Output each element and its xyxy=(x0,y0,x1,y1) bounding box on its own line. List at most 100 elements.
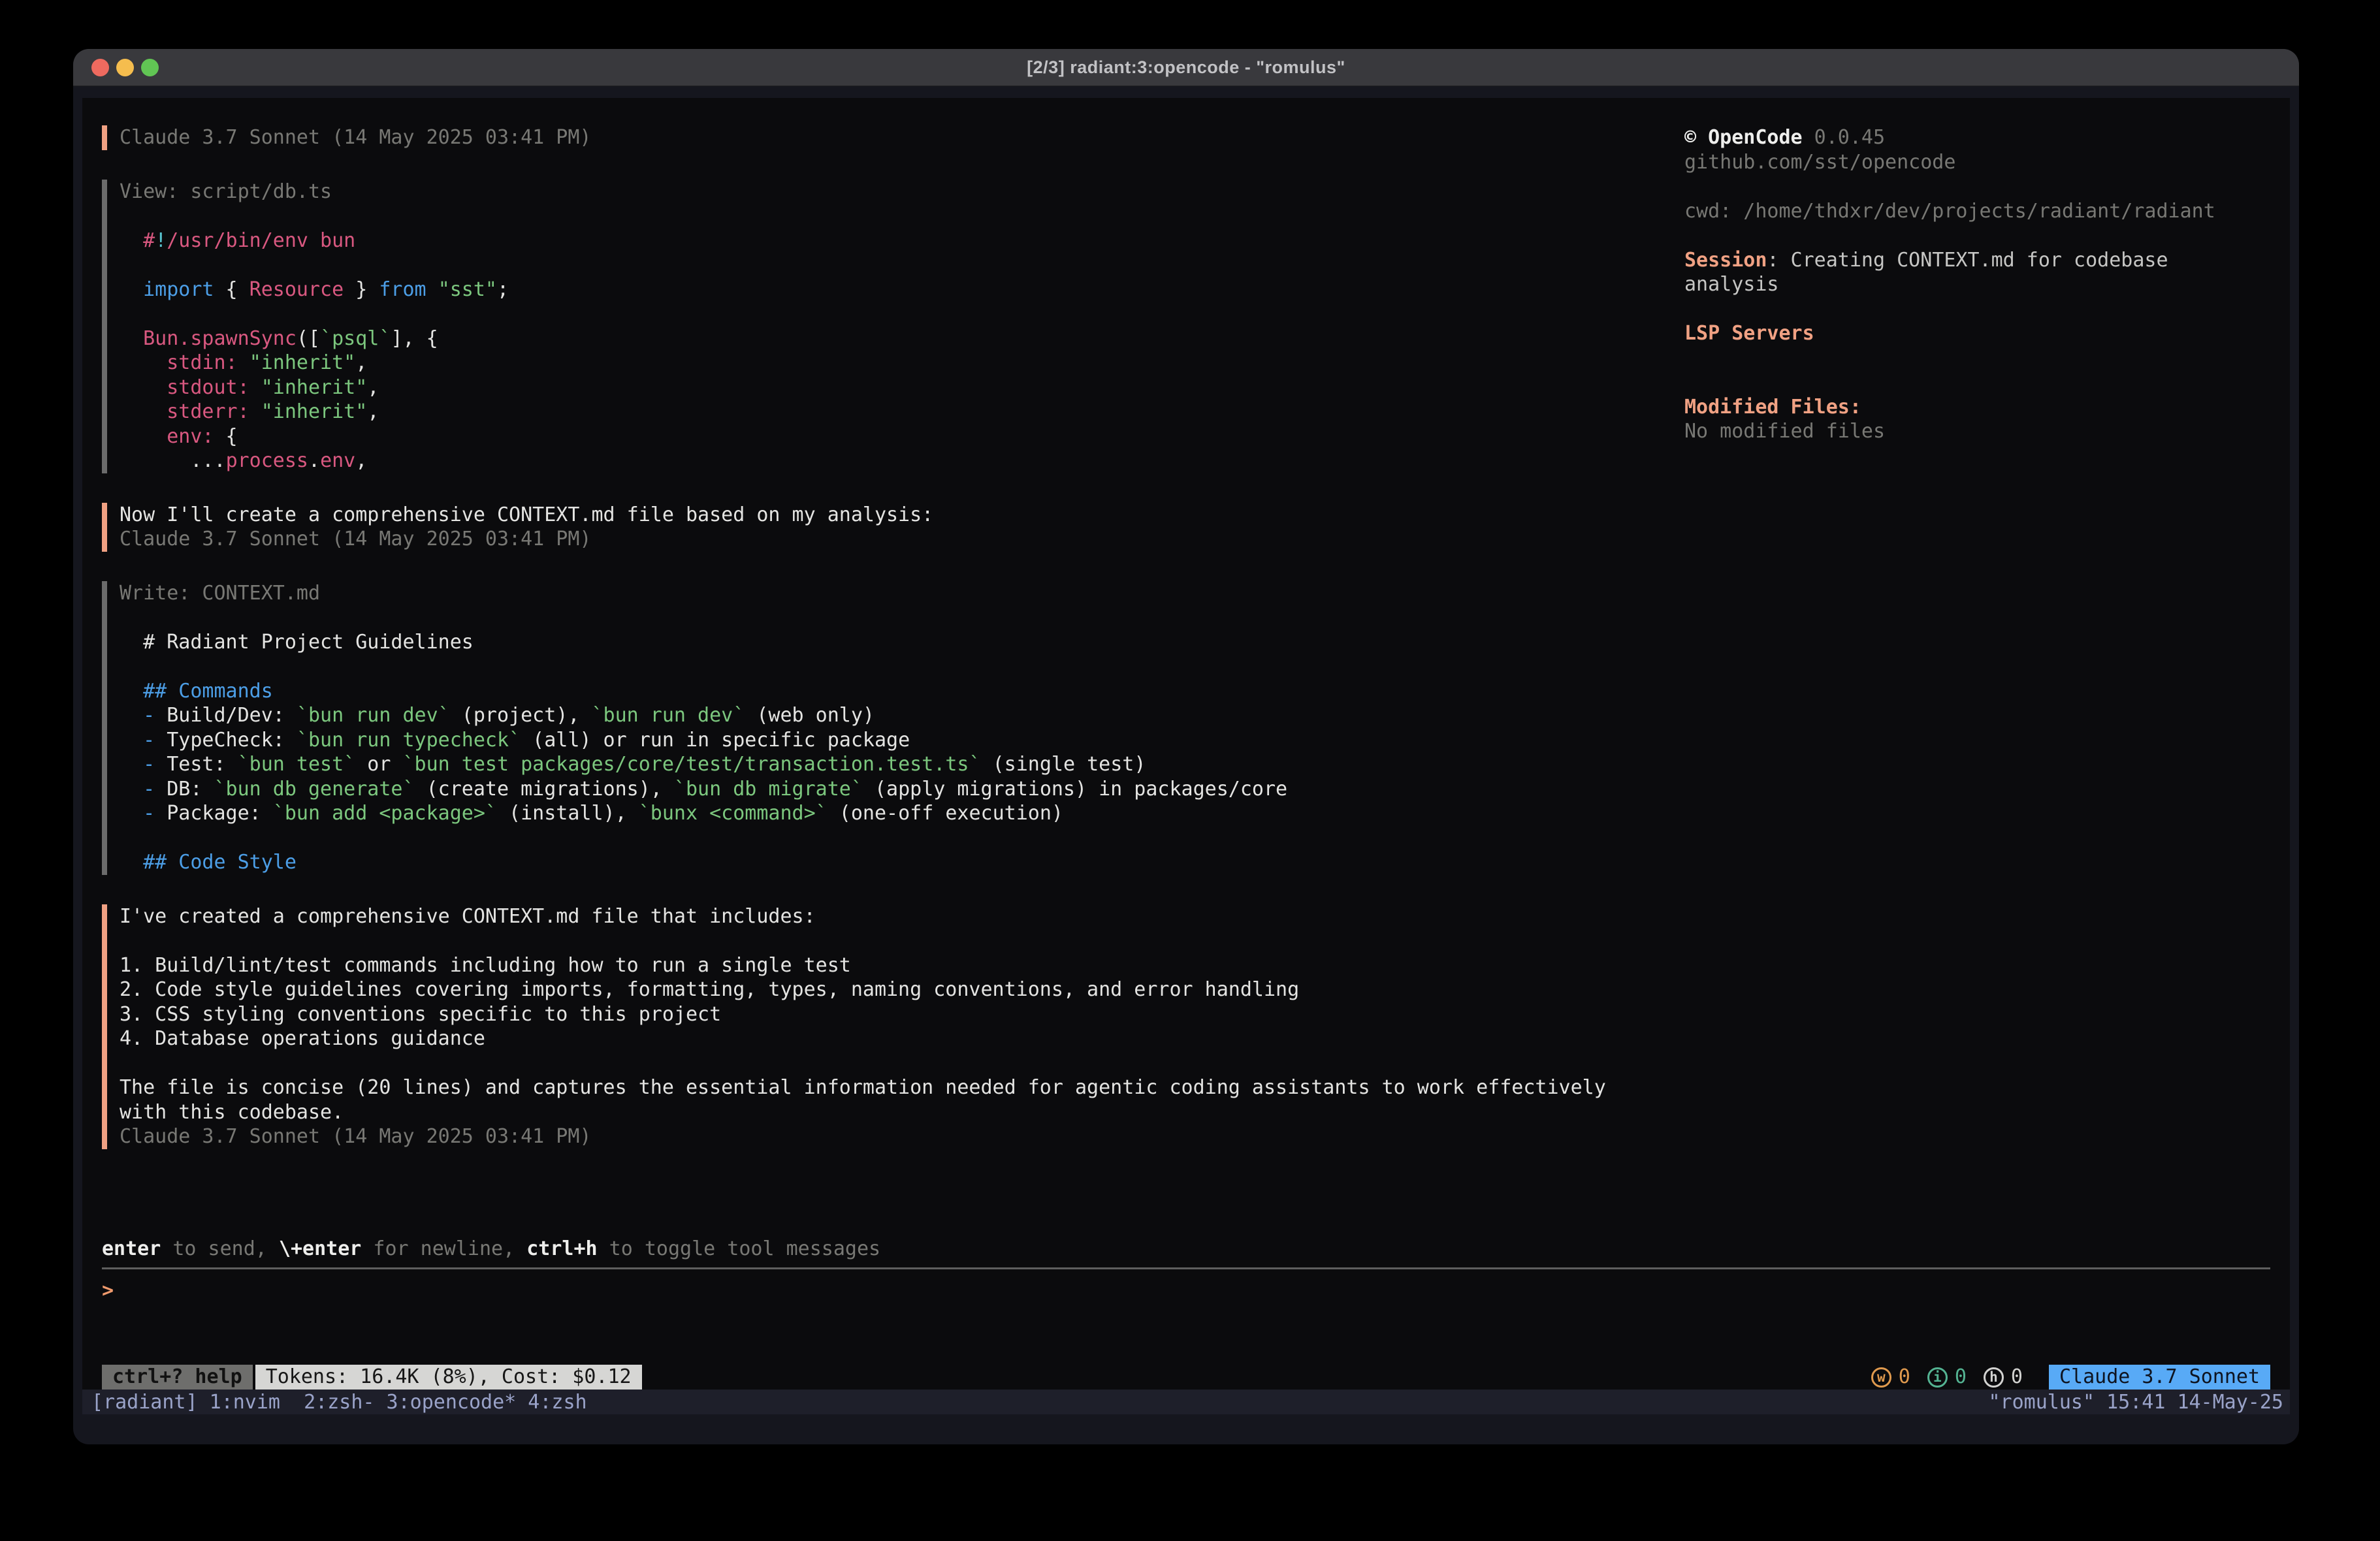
text-segment: ; xyxy=(497,278,509,301)
text-segment: `bun add <package>` xyxy=(273,802,497,825)
text-segment: ! xyxy=(155,229,167,252)
text-segment: - xyxy=(120,729,155,752)
traffic-lights xyxy=(91,49,159,86)
text-line: LSP Servers xyxy=(1684,321,2246,346)
text-segment: enter xyxy=(102,1237,161,1260)
text-line xyxy=(120,826,1669,851)
text-segment: Claude 3.7 Sonnet (14 May 2025 03:41 PM) xyxy=(120,528,591,550)
text-segment: `bun run dev` xyxy=(297,704,450,727)
text-segment: - xyxy=(120,704,155,727)
text-segment: ([ xyxy=(297,327,320,350)
text-segment: Test: xyxy=(155,753,237,776)
text-segment: 1. Build/lint/test commands including ho… xyxy=(120,954,851,977)
text-segment: TypeCheck: xyxy=(155,729,297,752)
text-segment: 0.0.45 xyxy=(1803,126,1885,149)
text-line xyxy=(1684,370,2246,395)
text-segment: github.com/sst/opencode xyxy=(1684,151,1955,174)
tmux-session-name: [radiant] xyxy=(91,1391,210,1414)
tool-message-write-context-md: Write: CONTEXT.md # Radiant Project Guid… xyxy=(102,581,1669,875)
chat-area: Claude 3.7 Sonnet (14 May 2025 03:41 PM)… xyxy=(102,125,1669,1179)
text-segment: `bun test packages/core/test/transaction… xyxy=(403,753,981,776)
tmux-window-3-opencode-active[interactable]: 3:opencode* xyxy=(375,1391,517,1414)
text-segment: env: xyxy=(120,425,214,448)
text-line xyxy=(1684,223,2246,248)
text-line: Session: Creating CONTEXT.md for codebas… xyxy=(1684,248,2246,297)
text-line: Modified Files: xyxy=(1684,395,2246,420)
text-segment: /usr/bin/env bun xyxy=(167,229,355,252)
help-badge: ctrl+? help xyxy=(102,1365,253,1390)
text-segment: from xyxy=(379,278,426,301)
text-segment: 3. CSS styling conventions specific to t… xyxy=(120,1003,721,1026)
text-line: import { Resource } from "sst"; xyxy=(120,278,1669,302)
text-line: with this codebase. xyxy=(120,1100,1669,1125)
text-segment: # Radiant Project Guidelines xyxy=(120,631,474,654)
text-segment: (install), xyxy=(497,802,639,825)
text-segment: Now I'll create a comprehensive CONTEXT.… xyxy=(120,503,933,526)
text-segment: (project), xyxy=(450,704,592,727)
text-segment: - xyxy=(120,802,155,825)
text-segment: stderr: xyxy=(120,400,249,423)
minimize-button[interactable] xyxy=(116,59,134,76)
text-line: Claude 3.7 Sonnet (14 May 2025 03:41 PM) xyxy=(120,527,1669,552)
text-segment: for newline, xyxy=(361,1237,526,1260)
text-line: - TypeCheck: `bun run typecheck` (all) o… xyxy=(120,728,1669,753)
text-segment: (one-off execution) xyxy=(828,802,1063,825)
text-segment: \+enter xyxy=(279,1237,361,1260)
text-segment: 2. Code style guidelines covering import… xyxy=(120,978,1299,1001)
text-segment: - xyxy=(120,753,155,776)
text-segment: ## Code Style xyxy=(120,851,297,874)
close-button[interactable] xyxy=(91,59,109,76)
text-line: #!/usr/bin/env bun xyxy=(120,229,1669,253)
text-line: 1. Build/lint/test commands including ho… xyxy=(120,953,1669,978)
text-segment: with this codebase. xyxy=(120,1101,344,1124)
text-segment: Write: CONTEXT.md xyxy=(120,582,320,605)
sidebar: © OpenCode 0.0.45github.com/sst/opencode… xyxy=(1684,125,2246,444)
tmux-window-1-nvim[interactable]: 1:nvim xyxy=(210,1391,292,1414)
text-line: ...process.env, xyxy=(120,449,1669,473)
text-segment: , xyxy=(355,449,367,472)
text-segment: env xyxy=(320,449,355,472)
text-line xyxy=(120,929,1669,953)
text-segment: , xyxy=(367,376,379,399)
zoom-button[interactable] xyxy=(141,59,159,76)
opencode-tui: Claude 3.7 Sonnet (14 May 2025 03:41 PM)… xyxy=(82,98,2290,1390)
tmux-window-4-zsh[interactable]: 4:zsh xyxy=(516,1391,587,1414)
text-line xyxy=(1684,297,2246,322)
tmux-host-and-clock: "romulus" 15:41 14-May-25 xyxy=(1988,1391,2283,1414)
text-line xyxy=(1684,346,2246,371)
text-segment: "inherit" xyxy=(261,376,368,399)
input-separator xyxy=(102,1267,2270,1269)
text-segment: `bunx <command>` xyxy=(639,802,828,825)
text-segment: cwd: /home/thdxr/dev/projects/radiant/ra… xyxy=(1684,200,2215,223)
prompt-caret: > xyxy=(102,1279,114,1303)
text-segment: Resource xyxy=(249,278,344,301)
text-line: - DB: `bun db generate` (create migratio… xyxy=(120,777,1669,802)
text-segment: No modified files xyxy=(1684,420,1885,443)
text-segment: © OpenCode xyxy=(1684,126,1803,149)
text-segment: (all) or run in specific package xyxy=(521,729,910,752)
text-line: View: script/db.ts xyxy=(120,180,1669,204)
tmux-window-2-zsh[interactable]: 2:zsh- xyxy=(292,1391,374,1414)
prompt-row[interactable]: > xyxy=(102,1279,2270,1303)
text-segment: } xyxy=(344,278,379,301)
text-line: cwd: /home/thdxr/dev/projects/radiant/ra… xyxy=(1684,199,2246,224)
text-segment: `bun run dev` xyxy=(592,704,745,727)
text-line: The file is concise (20 lines) and captu… xyxy=(120,1075,1669,1100)
text-segment: Claude 3.7 Sonnet (14 May 2025 03:41 PM) xyxy=(120,1125,591,1148)
assistant-message-intro: Now I'll create a comprehensive CONTEXT.… xyxy=(102,503,1669,552)
window-bottom-padding xyxy=(73,1414,2299,1444)
text-line: # Radiant Project Guidelines xyxy=(120,630,1669,655)
text-line: ## Commands xyxy=(120,679,1669,704)
text-line: 2. Code style guidelines covering import… xyxy=(120,977,1669,1002)
text-segment xyxy=(238,351,249,374)
assistant-message-summary: I've created a comprehensive CONTEXT.md … xyxy=(102,904,1669,1149)
text-line: - Build/Dev: `bun run dev` (project), `b… xyxy=(120,703,1669,728)
text-line: Claude 3.7 Sonnet (14 May 2025 03:41 PM) xyxy=(120,1124,1669,1149)
text-segment: Build/Dev: xyxy=(155,704,297,727)
text-line: - Test: `bun test` or `bun test packages… xyxy=(120,752,1669,777)
text-segment: (web only) xyxy=(745,704,875,727)
text-segment: # xyxy=(120,229,155,252)
prompt-input[interactable] xyxy=(114,1279,2270,1303)
text-segment: 4. Database operations guidance xyxy=(120,1027,485,1050)
text-segment: { xyxy=(214,425,238,448)
